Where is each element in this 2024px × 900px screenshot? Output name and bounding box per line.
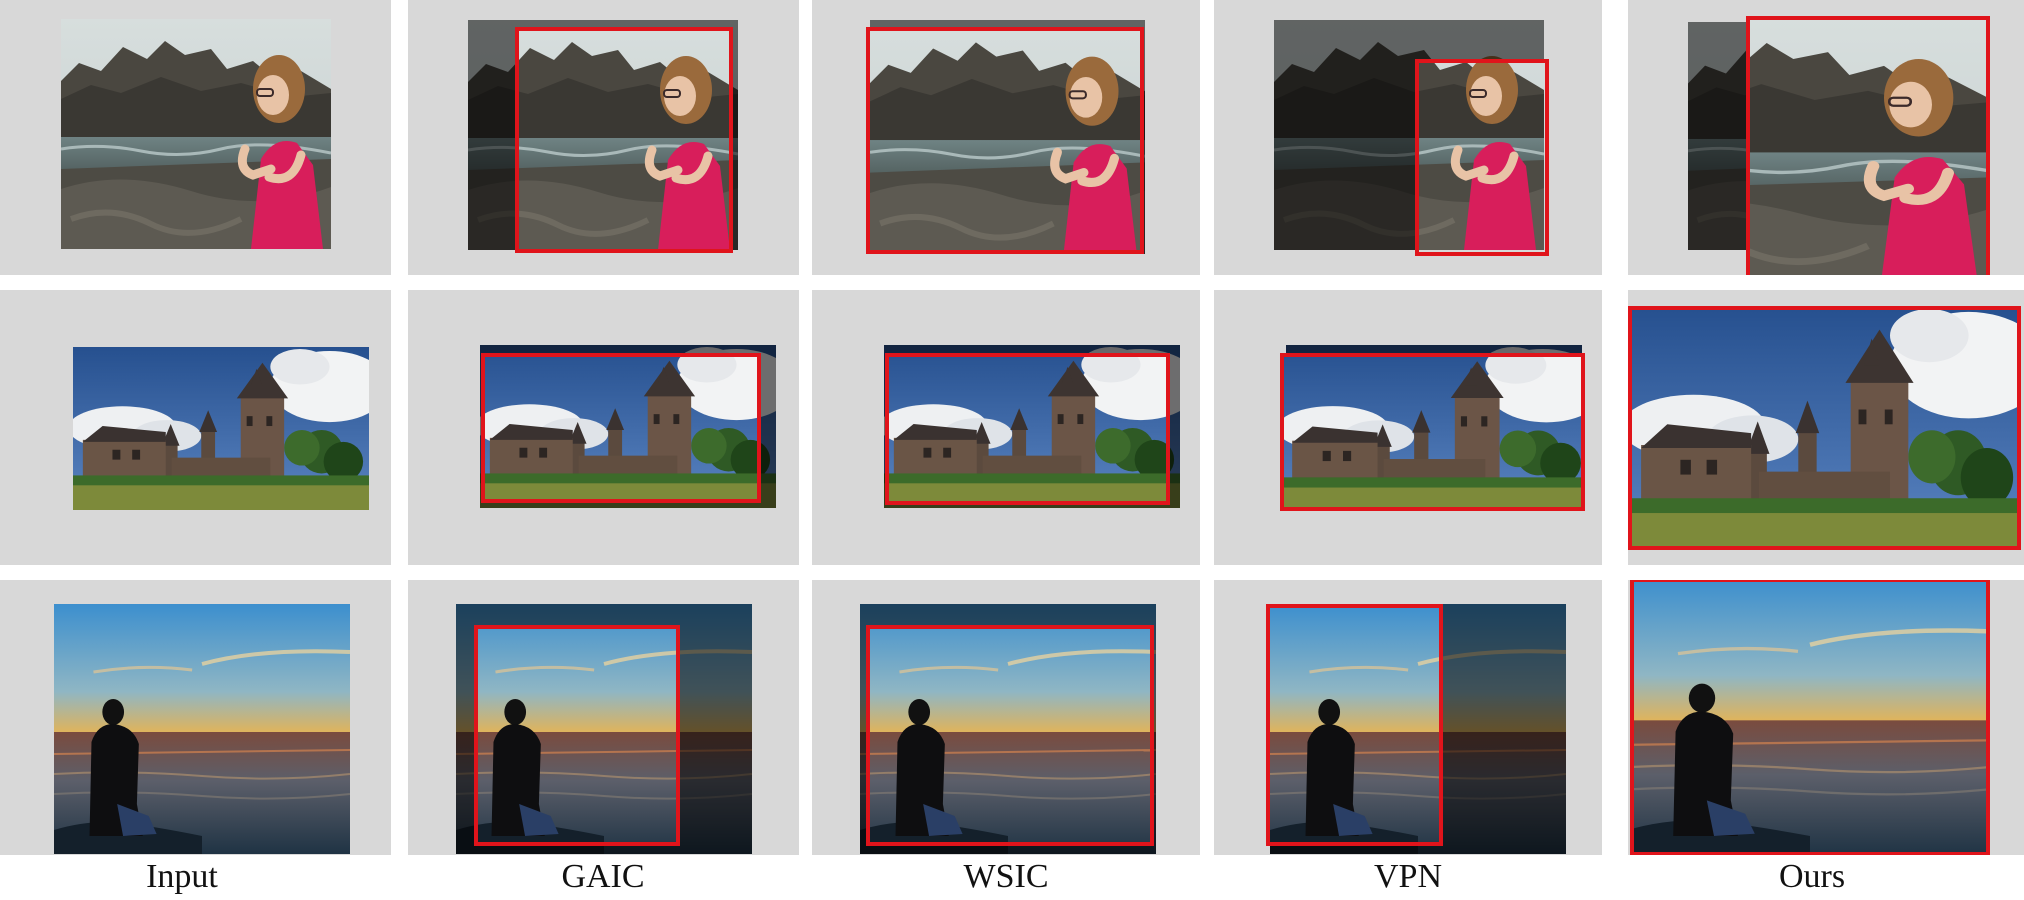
row3-input-image xyxy=(54,604,350,854)
row1-input-cell xyxy=(0,0,391,275)
column-label-wsic: WSIC xyxy=(963,858,1049,895)
image-comparison-grid: Input GAIC WSIC VPN Ours xyxy=(0,0,2024,900)
row2-gaic-cell xyxy=(408,290,799,565)
row1-gaic-cell xyxy=(408,0,799,275)
row1-gaic-crop-box xyxy=(515,27,733,253)
row3-input-cell xyxy=(0,580,391,855)
row2-input-image xyxy=(73,347,369,510)
row2-wsic-cell xyxy=(812,290,1200,565)
row1-vpn-cell xyxy=(1214,0,1602,275)
row2-vpn-cell xyxy=(1214,290,1602,565)
row1-ours-crop-box xyxy=(1746,16,1990,275)
column-label-ours: Ours xyxy=(1778,858,1846,895)
row2-ours-cell xyxy=(1628,290,2024,565)
row1-input-image xyxy=(61,19,331,249)
row3-wsic-crop-box xyxy=(866,625,1154,846)
row3-vpn-crop-box xyxy=(1266,604,1443,846)
row1-vpn-crop-box xyxy=(1415,59,1549,256)
row2-wsic-crop-box xyxy=(885,353,1170,505)
row3-vpn-cell xyxy=(1214,580,1602,855)
row3-wsic-cell xyxy=(812,580,1200,855)
row3-gaic-crop-box xyxy=(474,625,680,846)
row2-gaic-crop-box xyxy=(481,353,761,503)
row2-ours-crop-box xyxy=(1628,306,2021,550)
row2-input-cell xyxy=(0,290,391,565)
row3-ours-cell xyxy=(1628,580,2024,855)
column-label-gaic: GAIC xyxy=(561,858,645,895)
row1-wsic-cell xyxy=(812,0,1200,275)
row1-ours-cell xyxy=(1628,0,2024,275)
row3-gaic-cell xyxy=(408,580,799,855)
column-label-vpn: VPN xyxy=(1373,858,1443,895)
row2-vpn-crop-box xyxy=(1280,353,1585,511)
column-label-input: Input xyxy=(146,858,218,895)
row1-wsic-crop-box xyxy=(866,27,1144,254)
row3-ours-crop-box xyxy=(1630,580,1990,855)
